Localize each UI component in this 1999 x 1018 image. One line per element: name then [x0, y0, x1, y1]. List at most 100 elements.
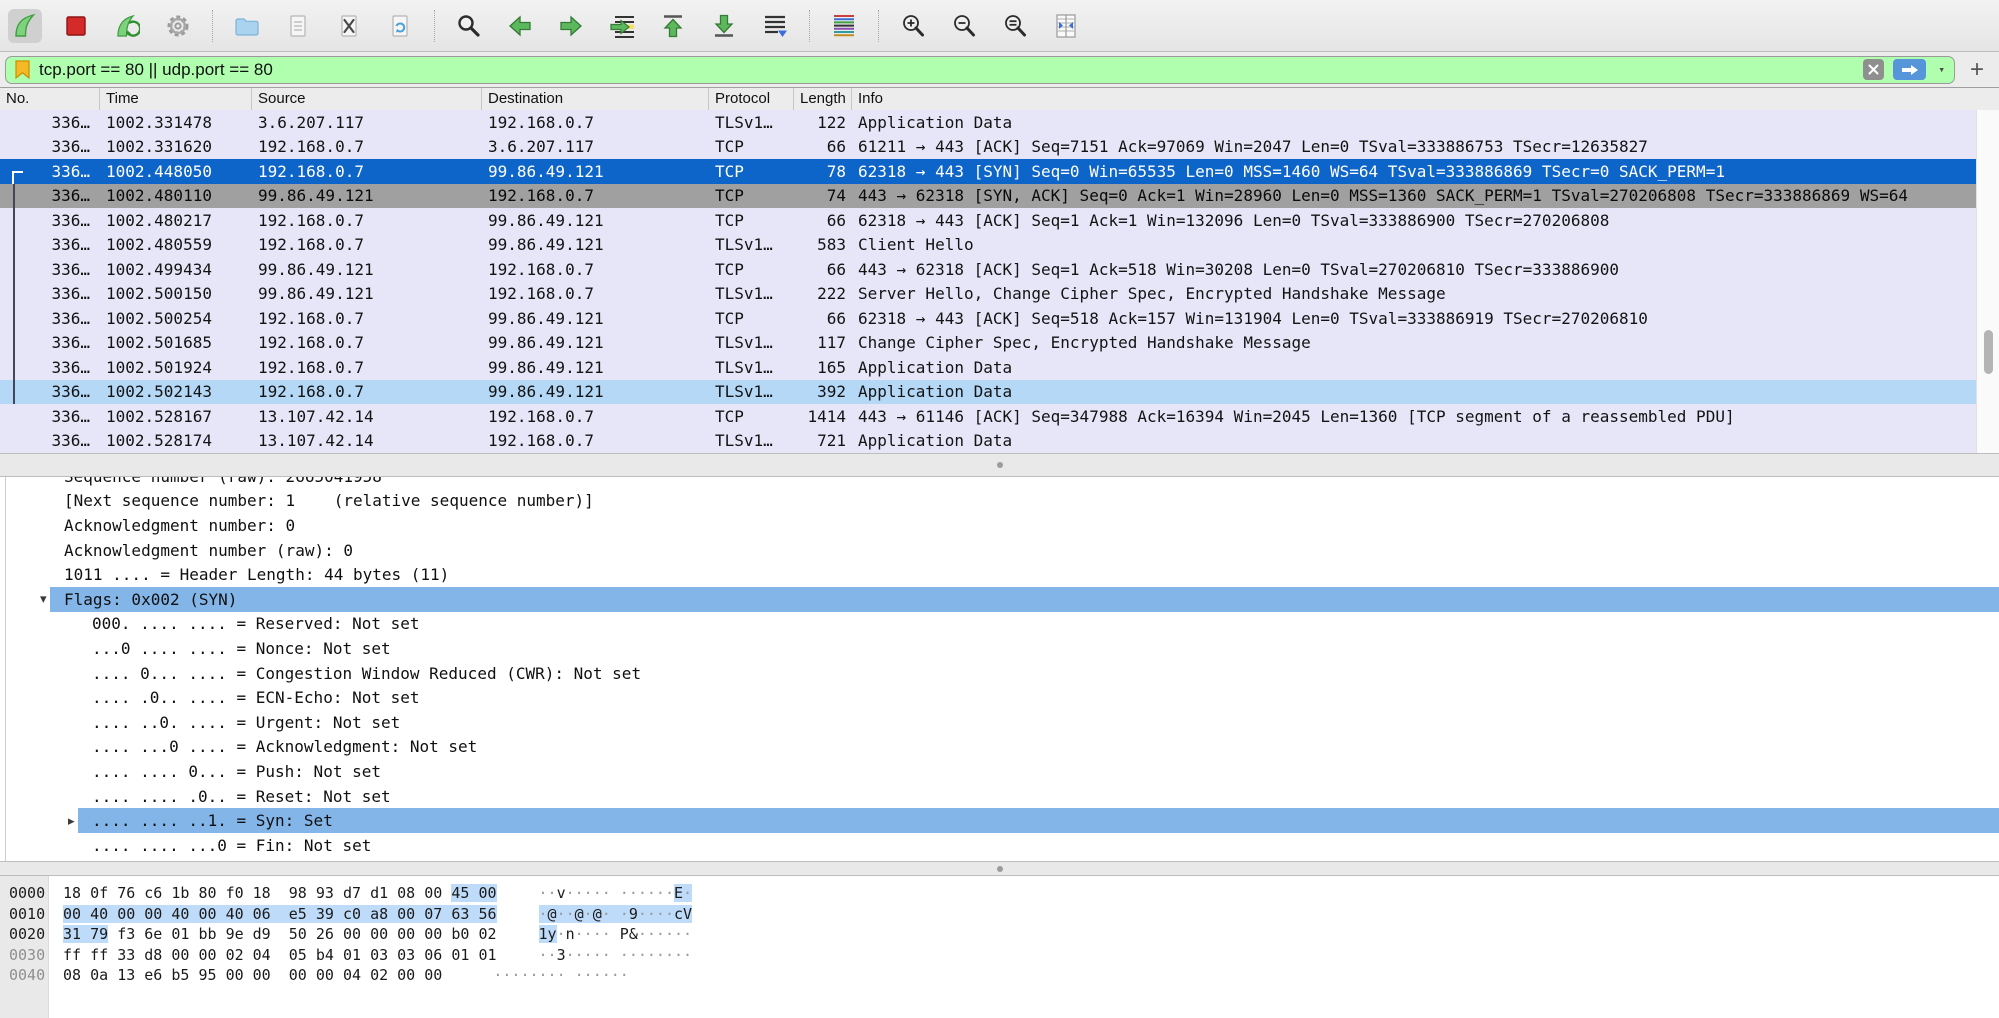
- hex-byte[interactable]: 0f: [90, 884, 108, 902]
- packet-row[interactable]: 336…1002.49943499.86.49.121192.168.0.7TC…: [0, 257, 1977, 282]
- hex-byte[interactable]: 40: [226, 905, 244, 923]
- hex-row[interactable]: 002031 79 f3 6e 01 bb 9e d9 50 26 00 00 …: [0, 924, 1999, 945]
- detail-row[interactable]: Sequence number (raw): 2665041958: [0, 477, 1999, 489]
- packet-row[interactable]: 336…1002.331620192.168.0.73.6.207.117TCP…: [0, 135, 1977, 160]
- find-packet-button[interactable]: [452, 9, 486, 43]
- ascii-char[interactable]: &: [629, 925, 638, 943]
- detail-row[interactable]: .... .... ...0 = Fin: Not set: [0, 833, 1999, 858]
- ascii-char[interactable]: ·: [539, 966, 548, 984]
- colorize-button[interactable]: [827, 9, 861, 43]
- hex-byte[interactable]: 63: [451, 905, 469, 923]
- ascii-char[interactable]: ·: [575, 884, 584, 902]
- hex-byte[interactable]: 04: [343, 966, 361, 984]
- hex-byte[interactable]: 0a: [90, 966, 108, 984]
- ascii-char[interactable]: ·: [620, 905, 629, 923]
- ascii-char[interactable]: ·: [647, 905, 656, 923]
- ascii-char[interactable]: ·: [529, 966, 538, 984]
- ascii-char[interactable]: ·: [539, 905, 548, 923]
- hex-byte[interactable]: 13: [117, 966, 135, 984]
- hex-byte[interactable]: e6: [144, 966, 162, 984]
- ascii-char[interactable]: ·: [593, 884, 602, 902]
- hex-byte[interactable]: 00: [226, 966, 244, 984]
- hex-byte[interactable]: 40: [90, 905, 108, 923]
- hex-byte[interactable]: 06: [424, 946, 442, 964]
- packet-row[interactable]: 336…1002.48011099.86.49.121192.168.0.7TC…: [0, 184, 1977, 209]
- hex-byte[interactable]: 01: [451, 946, 469, 964]
- column-header-protocol[interactable]: Protocol: [709, 88, 794, 110]
- ascii-char[interactable]: ·: [548, 966, 557, 984]
- detail-row[interactable]: ▼Flags: 0x002 (SYN): [0, 587, 1999, 612]
- detail-row[interactable]: ▶.... .... ..1. = Syn: Set: [0, 808, 1999, 833]
- resize-columns-button[interactable]: [1049, 9, 1083, 43]
- ascii-char[interactable]: ·: [683, 946, 692, 964]
- column-header-destination[interactable]: Destination: [482, 88, 709, 110]
- detail-row[interactable]: ...0 .... .... = Nonce: Not set: [0, 636, 1999, 661]
- hex-byte[interactable]: 03: [397, 946, 415, 964]
- packet-row[interactable]: 336…1002.500254192.168.0.799.86.49.121TC…: [0, 306, 1977, 331]
- ascii-char[interactable]: ·: [548, 946, 557, 964]
- ascii-char[interactable]: ·: [683, 884, 692, 902]
- hex-byte[interactable]: 06: [253, 905, 271, 923]
- ascii-char[interactable]: ·: [602, 946, 611, 964]
- ascii-char[interactable]: ·: [656, 884, 665, 902]
- ascii-char[interactable]: ·: [548, 884, 557, 902]
- ascii-char[interactable]: ·: [584, 905, 593, 923]
- hex-byte[interactable]: 04: [253, 946, 271, 964]
- go-to-packet-button[interactable]: [605, 9, 639, 43]
- stop-capture-button[interactable]: [59, 9, 93, 43]
- start-capture-button[interactable]: [8, 9, 42, 43]
- hex-byte[interactable]: 00: [117, 905, 135, 923]
- next-packet-button[interactable]: [554, 9, 588, 43]
- ascii-char[interactable]: ·: [683, 925, 692, 943]
- ascii-char[interactable]: ·: [647, 925, 656, 943]
- hex-byte[interactable]: f0: [226, 884, 244, 902]
- hex-byte[interactable]: 76: [117, 884, 135, 902]
- hex-byte[interactable]: 56: [478, 905, 496, 923]
- hex-byte[interactable]: 1b: [171, 884, 189, 902]
- last-packet-button[interactable]: [707, 9, 741, 43]
- ascii-char[interactable]: ·: [575, 946, 584, 964]
- ascii-char[interactable]: ·: [656, 905, 665, 923]
- hex-byte[interactable]: 00: [171, 946, 189, 964]
- hex-byte[interactable]: 03: [370, 946, 388, 964]
- ascii-char[interactable]: ·: [665, 884, 674, 902]
- hex-row[interactable]: 001000 40 00 00 40 00 40 06 e5 39 c0 a8 …: [0, 904, 1999, 925]
- ascii-char[interactable]: ·: [575, 966, 584, 984]
- hex-byte[interactable]: 01: [343, 946, 361, 964]
- ascii-char[interactable]: ·: [593, 925, 602, 943]
- hex-byte[interactable]: 00: [144, 905, 162, 923]
- ascii-char[interactable]: ·: [602, 925, 611, 943]
- ascii-char[interactable]: ·: [629, 946, 638, 964]
- ascii-char[interactable]: ·: [638, 925, 647, 943]
- hex-byte[interactable]: 00: [253, 966, 271, 984]
- hex-byte[interactable]: 05: [289, 946, 307, 964]
- hex-byte[interactable]: ff: [63, 946, 81, 964]
- ascii-char[interactable]: ·: [638, 946, 647, 964]
- ascii-char[interactable]: ·: [557, 925, 566, 943]
- hex-byte[interactable]: 50: [289, 925, 307, 943]
- detail-row[interactable]: .... ..0. .... = Urgent: Not set: [0, 710, 1999, 735]
- hex-byte[interactable]: 18: [63, 884, 81, 902]
- ascii-char[interactable]: 3: [557, 946, 566, 964]
- pane-splitter[interactable]: [0, 453, 1999, 477]
- ascii-char[interactable]: ·: [593, 946, 602, 964]
- hex-byte[interactable]: 95: [198, 966, 216, 984]
- ascii-char[interactable]: 1: [539, 925, 548, 943]
- hex-byte[interactable]: d7: [343, 884, 361, 902]
- ascii-char[interactable]: ·: [656, 946, 665, 964]
- save-file-button[interactable]: [281, 9, 315, 43]
- hex-byte[interactable]: c0: [343, 905, 361, 923]
- hex-byte[interactable]: b4: [316, 946, 334, 964]
- filter-dropdown-caret[interactable]: ▾: [1935, 63, 1948, 76]
- hex-byte[interactable]: 79: [90, 925, 108, 943]
- ascii-char[interactable]: ·: [638, 884, 647, 902]
- detail-row[interactable]: Acknowledgment number: 0: [0, 513, 1999, 538]
- hex-byte[interactable]: 00: [478, 884, 496, 902]
- ascii-char[interactable]: ·: [557, 905, 566, 923]
- hex-byte[interactable]: 98: [289, 884, 307, 902]
- ascii-char[interactable]: v: [557, 884, 566, 902]
- hex-byte[interactable]: 00: [424, 925, 442, 943]
- hex-byte[interactable]: 08: [397, 884, 415, 902]
- hex-byte[interactable]: 02: [370, 966, 388, 984]
- ascii-char[interactable]: ·: [539, 884, 548, 902]
